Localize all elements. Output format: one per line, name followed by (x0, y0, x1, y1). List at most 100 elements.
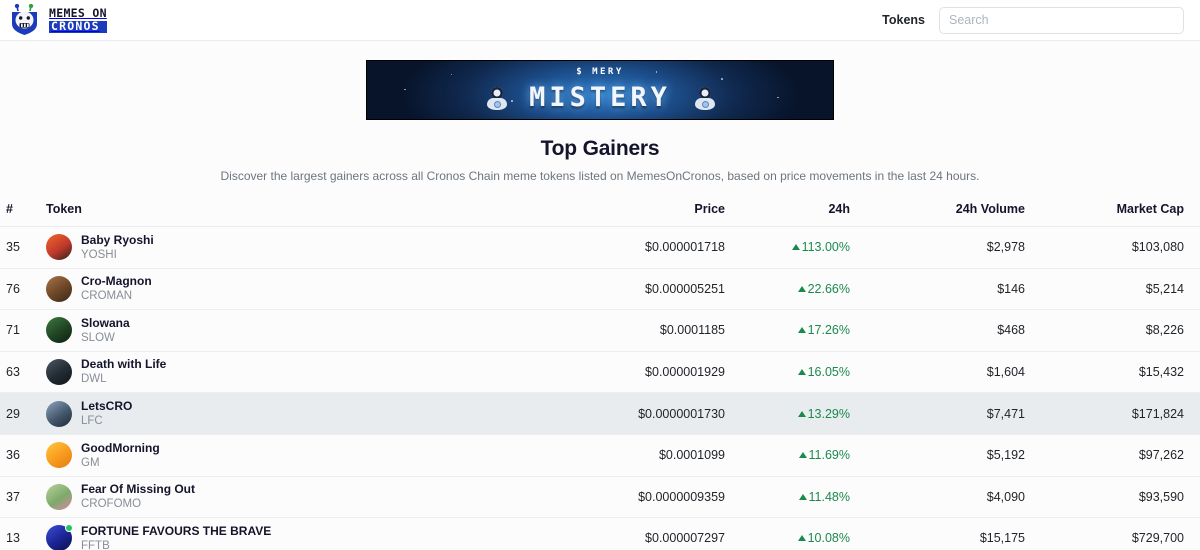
token-avatar (46, 483, 72, 510)
token-name: FORTUNE FAVOURS THE BRAVE (81, 523, 272, 538)
gainers-table-container: # Token Price 24h 24h Volume Market Cap … (0, 202, 1200, 550)
cell-change-24h: 13.29% (725, 393, 865, 435)
table-row[interactable]: 36 GoodMorning GM $0.0001099 11.69% $5,192 $97… (0, 434, 1200, 477)
token-name: GoodMorning (81, 440, 160, 455)
cell-market-cap: $15,432 (1138, 365, 1184, 380)
triangle-up-icon (797, 535, 806, 542)
table-row[interactable]: 71 Slowana SLOW $0.0001185 17.26% $468 $8,226 (0, 310, 1200, 352)
cell-volume-24h: $4,090 (986, 489, 1025, 504)
cell-change-24h: 11.48% (725, 476, 865, 518)
table-row[interactable]: 29 LetsCRO LFC $0.0000001730 13.29% $7,471 $17… (0, 392, 1200, 435)
cell-rank: 71 (6, 323, 20, 338)
table-row[interactable]: 35 Baby Ryoshi YOSHI $0.000001718 113.00% $2,… (0, 227, 1200, 269)
brand-line-one: Memes on (49, 5, 107, 20)
column-header-price[interactable]: Price (575, 202, 725, 227)
table-row[interactable]: 13 FORTUNE FAVOURS THE BRAVE FFTB $0.000007… (0, 518, 1200, 550)
cell-market-cap: $5,214 (1145, 281, 1184, 296)
cell-rank: 36 (6, 448, 20, 463)
token-symbol: CROMAN (81, 290, 133, 303)
cell-token[interactable]: Slowana SLOW (46, 310, 575, 352)
cell-token[interactable]: Fear Of Missing Out CROFOMO (46, 476, 575, 518)
robot-shield-logo-icon (8, 3, 42, 36)
cell-market-cap: $8,226 (1145, 323, 1184, 338)
cell-rank: 35 (6, 240, 20, 255)
cell-market-cap: $97,262 (1138, 448, 1184, 463)
table-row[interactable]: 37 Fear Of Missing Out CROFOMO $0.000000935… (0, 476, 1200, 518)
cell-token[interactable]: LetsCRO LFC (46, 393, 575, 435)
promo-banner[interactable]: $ MERY MISTERY (366, 60, 834, 120)
token-name: LetsCRO (81, 398, 133, 413)
token-avatar (46, 359, 72, 386)
cell-volume-24h: $1,604 (986, 365, 1025, 380)
cell-price: $0.000005251 (645, 281, 725, 296)
navbar-right-group: Tokens (882, 6, 1184, 34)
triangle-up-icon (797, 285, 806, 292)
table-header: # Token Price 24h 24h Volume Market Cap (0, 202, 1200, 227)
token-name: Cro-Magnon (81, 274, 152, 289)
token-name: Baby Ryoshi (81, 232, 154, 247)
token-symbol: DWL (81, 373, 107, 386)
cell-volume-24h: $2,978 (986, 240, 1025, 255)
cell-token[interactable]: GoodMorning GM (46, 434, 575, 476)
token-symbol: GM (81, 456, 100, 469)
top-gainers-table: # Token Price 24h 24h Volume Market Cap … (0, 202, 1200, 550)
cell-price: $0.0000001730 (638, 406, 725, 421)
brand-logo-link[interactable]: Memes on Cronos (8, 3, 107, 36)
brand-line-two: Cronos (49, 20, 107, 33)
cell-price: $0.000001718 (645, 240, 725, 255)
cell-price: $0.0001185 (659, 323, 725, 338)
cell-market-cap: $171,824 (1131, 406, 1184, 421)
token-name: Slowana (81, 315, 130, 330)
token-avatar (46, 442, 72, 469)
cell-price: $0.0000009359 (638, 489, 725, 504)
cell-price: $0.000007297 (645, 531, 725, 546)
column-header-24h[interactable]: 24h (725, 202, 865, 227)
cell-change-24h: 11.69% (725, 434, 865, 476)
verified-badge-icon (65, 524, 73, 533)
cell-token[interactable]: Cro-Magnon CROMAN (46, 268, 575, 310)
token-symbol: LFC (81, 414, 103, 427)
column-header-token[interactable]: Token (46, 202, 575, 227)
token-symbol: SLOW (81, 331, 115, 344)
banner-region: $ MERY MISTERY (0, 41, 1200, 120)
token-avatar (46, 317, 72, 344)
cell-market-cap: $93,590 (1138, 489, 1184, 504)
triangle-up-icon (798, 452, 807, 459)
token-symbol: FFTB (81, 539, 110, 550)
cell-token[interactable]: Death with Life DWL (46, 351, 575, 393)
cell-change-24h: 17.26% (725, 310, 865, 352)
search-input[interactable] (939, 6, 1184, 34)
cell-change-24h: 16.05% (725, 351, 865, 393)
top-navbar: Memes on Cronos Tokens (0, 0, 1200, 41)
column-header-volume[interactable]: 24h Volume (865, 202, 1025, 227)
table-row[interactable]: 63 Death with Life DWL $0.000001929 16.05% $1… (0, 351, 1200, 393)
cell-token[interactable]: Baby Ryoshi YOSHI (46, 227, 575, 269)
cell-volume-24h: $15,175 (979, 531, 1025, 546)
triangle-up-icon (791, 244, 800, 251)
cell-market-cap: $729,700 (1131, 531, 1184, 546)
token-avatar (46, 400, 72, 427)
token-name: Fear Of Missing Out (81, 482, 196, 497)
cell-volume-24h: $5,192 (986, 448, 1025, 463)
cell-token[interactable]: FORTUNE FAVOURS THE BRAVE FFTB (46, 518, 575, 550)
cell-change-24h: 22.66% (725, 268, 865, 310)
banner-top-text: $ MERY (576, 67, 624, 77)
triangle-up-icon (797, 410, 806, 417)
brand-wordmark: Memes on Cronos (49, 5, 107, 33)
cell-change-24h: 113.00% (725, 227, 865, 269)
token-symbol: YOSHI (81, 248, 117, 261)
cell-rank: 76 (6, 281, 20, 296)
cell-rank: 37 (6, 489, 20, 504)
cell-rank: 63 (6, 365, 20, 380)
table-row[interactable]: 76 Cro-Magnon CROMAN $0.000005251 22.66% $146… (0, 268, 1200, 310)
triangle-up-icon (797, 327, 806, 334)
nav-item-tokens[interactable]: Tokens (882, 13, 925, 27)
table-header-row: # Token Price 24h 24h Volume Market Cap (0, 202, 1200, 227)
table-body: 35 Baby Ryoshi YOSHI $0.000001718 113.00% $2,… (0, 227, 1200, 550)
banner-main-text: MISTERY (529, 82, 671, 113)
column-header-rank[interactable]: # (0, 202, 46, 227)
token-avatar (46, 234, 72, 261)
column-header-market-cap[interactable]: Market Cap (1025, 202, 1200, 227)
cell-volume-24h: $146 (997, 281, 1025, 296)
triangle-up-icon (798, 493, 807, 500)
